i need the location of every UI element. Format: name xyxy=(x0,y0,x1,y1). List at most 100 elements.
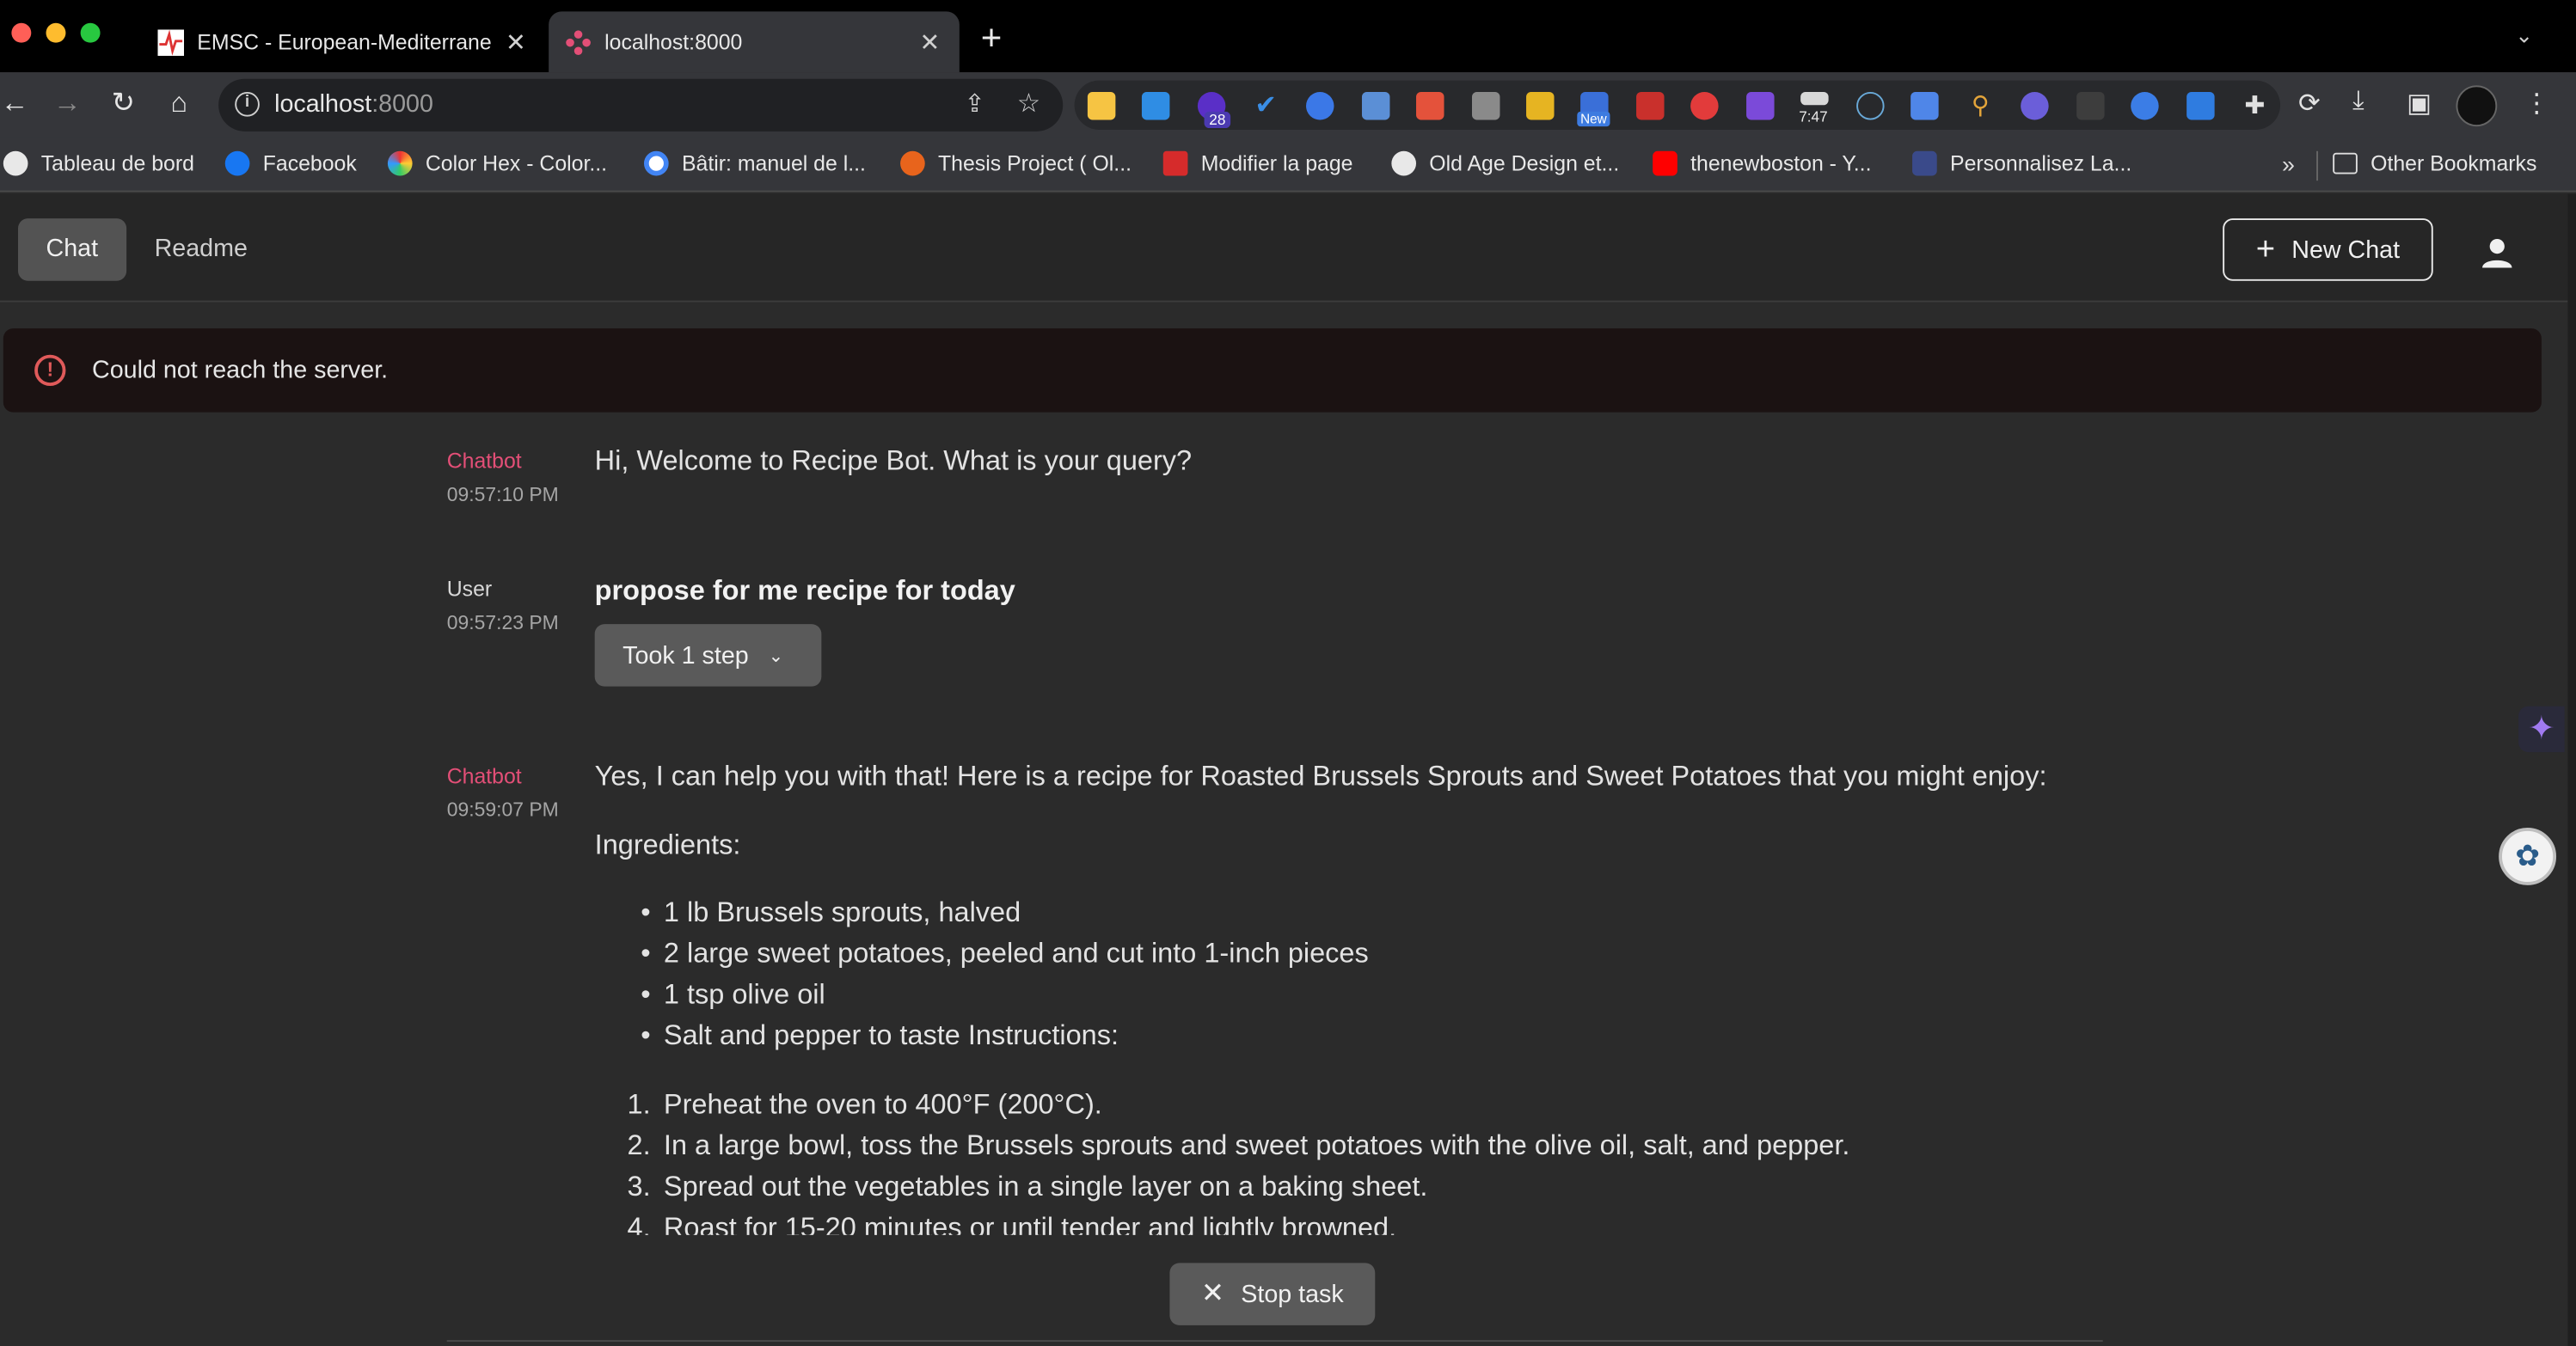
steps-label: Took 1 step xyxy=(623,641,749,670)
keep-extension-icon[interactable] xyxy=(1087,91,1116,120)
bookmark-item[interactable]: Old Age Design et... xyxy=(1391,150,1619,176)
browser-tab-localhost[interactable]: localhost:8000 ✕ xyxy=(549,11,960,73)
browser-tab-strip: EMSC - European-Mediterrane ✕ localhost:… xyxy=(0,0,2576,73)
message-intro: Yes, I can help you with that! Here is a… xyxy=(594,760,2047,792)
extension-icon[interactable] xyxy=(1306,91,1334,120)
tab-chat[interactable]: Chat xyxy=(18,218,126,281)
stop-task-button[interactable]: ✕ Stop task xyxy=(1169,1263,1376,1325)
color-wheel-icon xyxy=(387,150,413,176)
t-extension-icon[interactable] xyxy=(2187,91,2215,120)
list-item: • Salt and pepper to taste Instructions: xyxy=(641,1019,1119,1051)
bookmark-item[interactable]: Modifier la page xyxy=(1162,150,1352,176)
back-button[interactable]: ← xyxy=(0,83,34,123)
list-item: 2. In a large bowl, toss the Brussels spr… xyxy=(627,1129,1850,1161)
tab-readme[interactable]: Readme xyxy=(126,218,275,281)
check-extension-icon[interactable]: ✔ xyxy=(1252,92,1279,119)
percent-extension-icon[interactable] xyxy=(1416,91,1444,120)
home-button[interactable]: ⌂ xyxy=(159,83,199,123)
sparkle-icon[interactable]: ✦ xyxy=(2518,706,2565,753)
profile-avatar[interactable] xyxy=(2456,85,2498,127)
share-icon[interactable]: ⇪ xyxy=(965,89,985,118)
extension-icon[interactable] xyxy=(2076,91,2105,120)
download-icon[interactable]: ⤓ xyxy=(2352,87,2364,116)
sync-icon[interactable]: ⟳ xyxy=(2298,87,2321,119)
extension-icon[interactable] xyxy=(1636,91,1665,120)
message-author: User xyxy=(446,576,493,602)
list-item: • 1 tsp olive oil xyxy=(641,978,825,1011)
extension-icon[interactable] xyxy=(2131,91,2159,120)
address-bar[interactable]: i localhost:8000 ⇪ ☆ xyxy=(218,78,1064,132)
maximize-window-button[interactable] xyxy=(80,22,101,43)
bookmark-item[interactable]: Personnalisez La... xyxy=(1912,150,2131,176)
message-author: Chatbot xyxy=(446,448,522,474)
bookmark-item[interactable]: Facebook xyxy=(224,150,357,176)
bookmark-star-icon[interactable]: ☆ xyxy=(1017,87,1040,119)
stop-task-label: Stop task xyxy=(1241,1280,1344,1308)
url-text[interactable]: localhost:8000 xyxy=(274,90,433,118)
bookmarks-bar: Tableau de bord Facebook Color Hex - Col… xyxy=(0,138,2576,193)
other-bookmarks[interactable]: Other Bookmarks xyxy=(2333,151,2536,175)
message-author: Chatbot xyxy=(446,763,522,789)
tab-title: EMSC - European-Mediterrane xyxy=(197,29,492,55)
bookmark-item[interactable]: Bâtir: manuel de l... xyxy=(643,150,866,176)
atom-extension-icon[interactable] xyxy=(1856,91,1885,120)
close-tab-icon[interactable]: ✕ xyxy=(917,28,943,56)
opera-icon xyxy=(1162,150,1188,176)
close-icon: ✕ xyxy=(1200,1277,1225,1309)
bookmark-item[interactable]: Tableau de bord xyxy=(3,150,194,176)
extension-icon[interactable] xyxy=(1471,91,1500,120)
new-badge: New xyxy=(1577,111,1610,127)
new-chat-button[interactable]: + New Chat xyxy=(2223,218,2433,281)
browser-tab-emsc[interactable]: EMSC - European-Mediterrane ✕ xyxy=(141,11,545,72)
plus-icon: + xyxy=(2255,231,2276,268)
menu-kebab-icon[interactable]: ⋮ xyxy=(2524,87,2550,119)
extension-badge: 28 xyxy=(1204,111,1231,129)
forward-button[interactable]: → xyxy=(47,83,87,123)
message-text: Hi, Welcome to Recipe Bot. What is your … xyxy=(594,444,1193,477)
seo-extension-icon[interactable] xyxy=(1526,91,1555,120)
reload-button[interactable]: ↻ xyxy=(103,83,143,123)
side-panel-icon[interactable]: ▣ xyxy=(2407,87,2432,119)
minimize-window-button[interactable] xyxy=(46,22,66,43)
new-tab-button[interactable]: + xyxy=(981,19,1003,56)
s-extension-icon[interactable] xyxy=(1746,91,1775,120)
drop-extension-icon[interactable] xyxy=(1141,91,1170,120)
new-chat-label: New Chat xyxy=(2291,236,2401,264)
youtube-icon xyxy=(1653,150,1677,176)
app-header: Chat Readme + New Chat xyxy=(0,193,2568,303)
extension-icon[interactable] xyxy=(2021,91,2049,120)
assistant-widget-icon[interactable]: ✿ xyxy=(2499,827,2557,885)
globe-icon xyxy=(3,150,28,176)
divider xyxy=(2316,150,2318,181)
customize-icon xyxy=(1912,150,1937,176)
bookmarks-overflow-button[interactable]: » xyxy=(2282,151,2295,178)
puzzle-extensions-icon[interactable]: ✚ xyxy=(2241,92,2268,119)
bookmark-item[interactable]: thenewboston - Y... xyxy=(1653,150,1871,176)
error-icon: ! xyxy=(34,354,66,387)
steps-toggle-button[interactable]: Took 1 step ⌄ xyxy=(594,624,822,687)
bookmark-item[interactable]: Color Hex - Color... xyxy=(387,150,607,176)
time-badge: 7:47 xyxy=(1799,108,1828,125)
close-tab-icon[interactable]: ✕ xyxy=(503,28,530,56)
chart-extension-icon[interactable] xyxy=(1361,91,1390,120)
recipe-content: • 1 lb Brussels sprouts, halved • 2 large … xyxy=(595,887,2238,1235)
user-account-icon[interactable] xyxy=(2479,235,2515,271)
close-window-button[interactable] xyxy=(11,22,32,43)
search-extension-icon[interactable]: ⚲ xyxy=(1966,92,1994,119)
app-logo-icon xyxy=(566,29,591,55)
bookmark-item[interactable]: Thesis Project ( Ol... xyxy=(900,150,1132,176)
message-time: 09:57:10 PM xyxy=(446,482,559,506)
tab-search-chevron-icon[interactable]: ⌄ xyxy=(2515,23,2533,50)
scrollbar[interactable] xyxy=(2567,193,2576,1346)
seismograph-icon xyxy=(157,28,184,56)
list-item: • 1 lb Brussels sprouts, halved xyxy=(641,896,1021,928)
folder-icon xyxy=(2333,152,2358,174)
message-time: 09:59:07 PM xyxy=(446,798,559,822)
battery-extension-icon[interactable] xyxy=(1800,91,1829,106)
translate-extension-icon[interactable] xyxy=(1911,91,1939,120)
site-info-icon[interactable]: i xyxy=(235,91,260,117)
chevron-down-icon: ⌄ xyxy=(768,645,784,666)
chat-input-edge[interactable] xyxy=(446,1340,2103,1346)
pokeball-extension-icon[interactable] xyxy=(1690,91,1719,120)
list-item: 4. Roast for 15-20 minutes or until tende… xyxy=(627,1212,1397,1235)
